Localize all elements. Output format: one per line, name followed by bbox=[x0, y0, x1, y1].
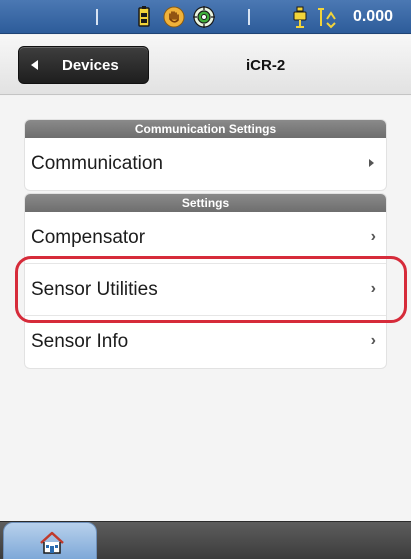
chevron-right-icon bbox=[369, 159, 374, 167]
home-tab[interactable] bbox=[3, 522, 97, 559]
status-separator bbox=[248, 9, 250, 25]
signal-bars-icon[interactable] bbox=[314, 5, 338, 29]
bottom-bar bbox=[0, 521, 411, 559]
group-header: Communication Settings bbox=[25, 120, 386, 138]
list-item-label: Compensator bbox=[31, 227, 146, 248]
list-item-communication[interactable]: Communication bbox=[25, 138, 386, 190]
group-settings: Settings Compensator › Sensor Utilities … bbox=[25, 194, 386, 368]
list-item-compensator[interactable]: Compensator › bbox=[25, 212, 386, 264]
chevron-right-icon: › bbox=[370, 228, 376, 245]
home-icon bbox=[40, 531, 64, 554]
page-title: iCR-2 bbox=[246, 57, 286, 74]
device-screen: 0.000 Devices iCR-2 Communication Settin… bbox=[0, 0, 411, 559]
list-item-sensor-utilities[interactable]: Sensor Utilities › bbox=[25, 264, 386, 316]
list-item-label: Sensor Info bbox=[31, 331, 129, 352]
status-value: 0.000 bbox=[352, 8, 393, 25]
group-header: Settings bbox=[25, 194, 386, 212]
list-item-sensor-info[interactable]: Sensor Info › bbox=[25, 316, 386, 368]
back-arrow-icon bbox=[31, 60, 38, 70]
battery-icon[interactable] bbox=[132, 5, 156, 29]
status-bar: 0.000 bbox=[0, 0, 411, 34]
chevron-right-icon: › bbox=[370, 332, 376, 349]
back-button-label: Devices bbox=[62, 57, 119, 74]
chevron-right-icon: › bbox=[370, 280, 376, 297]
list-item-label: Sensor Utilities bbox=[31, 279, 158, 300]
prism-icon[interactable] bbox=[288, 5, 312, 29]
list-item-label: Communication bbox=[31, 153, 163, 174]
header-bar: Devices iCR-2 bbox=[0, 35, 411, 95]
stop-hand-icon[interactable] bbox=[162, 5, 186, 29]
group-communication-settings: Communication Settings Communication bbox=[25, 120, 386, 190]
settings-content: Communication Settings Communication Set… bbox=[0, 96, 411, 521]
status-separator bbox=[96, 9, 98, 25]
target-icon[interactable] bbox=[192, 5, 216, 29]
back-button[interactable]: Devices bbox=[18, 46, 149, 84]
